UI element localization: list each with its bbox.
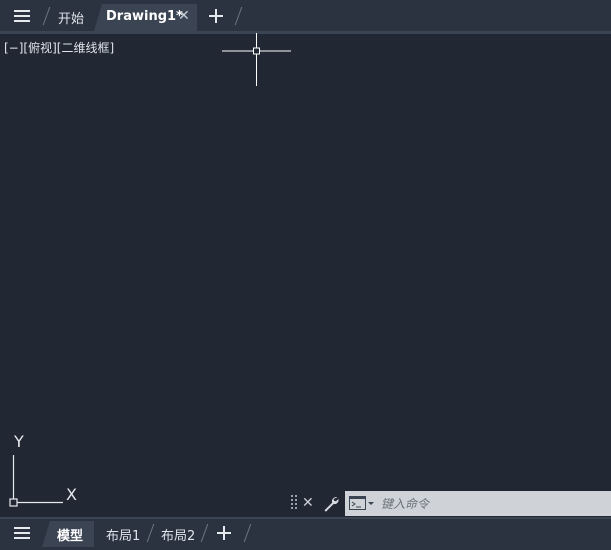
command-line: ✕: [287, 491, 611, 516]
tab-layout2[interactable]: 布局2: [161, 525, 195, 544]
tab-model-label: 模型: [57, 529, 84, 544]
ucs-y-label: Y: [14, 432, 24, 451]
grip-icon[interactable]: [291, 495, 297, 511]
wrench-icon[interactable]: [322, 495, 340, 513]
ucs-axis-icon: [9, 455, 63, 507]
ucs-x-label: X: [66, 485, 77, 504]
tab-layout1[interactable]: 布局1: [106, 525, 140, 544]
command-input-container: [345, 491, 611, 516]
tab-model[interactable]: 模型: [42, 521, 94, 547]
command-prompt-icon[interactable]: [349, 496, 375, 511]
layout-bar-topline: [0, 517, 611, 519]
cad-app: 开始 Drawing1* ✕ [−][俯视][二维线框] Y X ✕ 键入命令 …: [0, 0, 611, 550]
hamburger-menu-icon[interactable]: [12, 526, 32, 540]
plus-icon[interactable]: [216, 525, 232, 541]
close-icon[interactable]: ✕: [302, 495, 314, 511]
command-input[interactable]: [381, 494, 607, 513]
